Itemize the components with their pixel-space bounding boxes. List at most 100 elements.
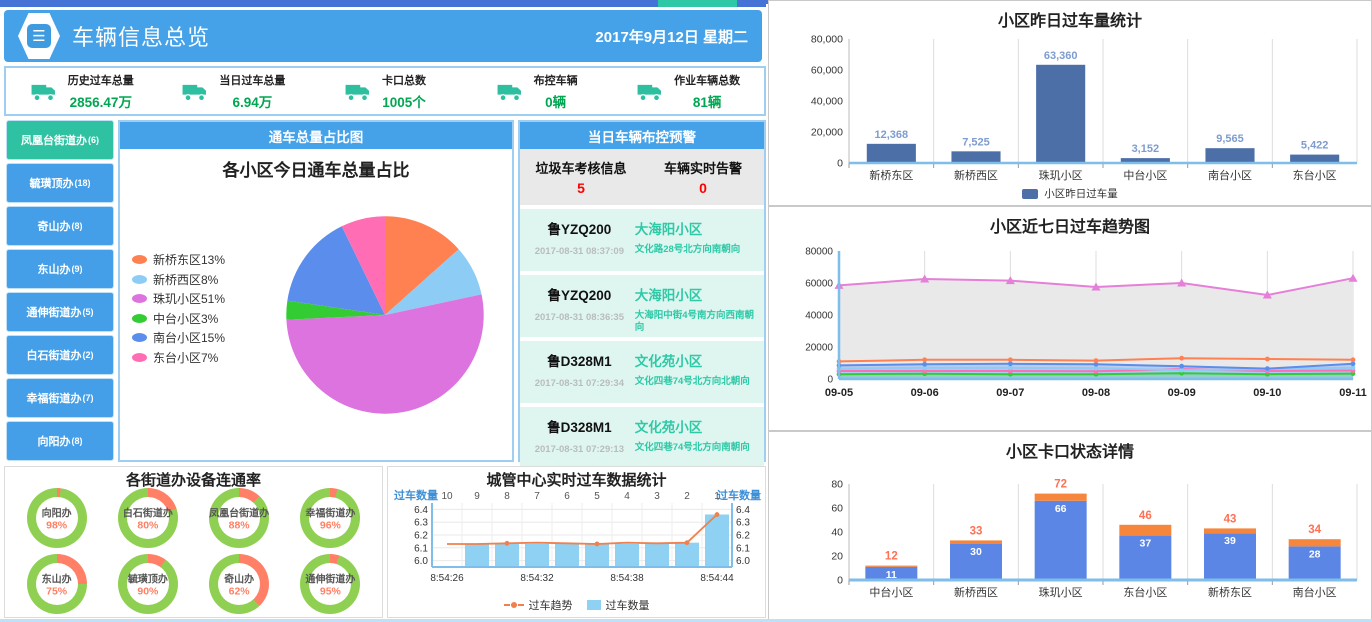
svg-text:8: 8 [504, 491, 510, 502]
pie-legend-swatch [132, 353, 147, 362]
alert-kpi-value: 0 [699, 180, 707, 196]
svg-text:60,000: 60,000 [811, 65, 843, 77]
sidebar-item-label: 奇山办 [38, 218, 71, 234]
realtime-bar-8 [675, 543, 699, 567]
donut-label: 奇山办62% [195, 571, 283, 598]
svg-text:34: 34 [1308, 524, 1321, 536]
sidebar-item-5[interactable]: 白石街道办(2) [6, 335, 114, 375]
svg-text:6.0: 6.0 [736, 556, 750, 567]
header-bar: ☰ 车辆信息总览 2017年9月12日 星期二 [4, 10, 762, 62]
stat-text: 布控车辆0辆 [534, 72, 578, 111]
realtime-bar-6 [615, 544, 639, 567]
stat-value: 81辆 [693, 91, 722, 111]
svg-text:09-05: 09-05 [825, 387, 853, 399]
pie-legend-item-4: 南台小区15% [132, 328, 225, 348]
svg-text:中台小区: 中台小区 [869, 585, 913, 599]
vehicle-dashboard: ☰ 车辆信息总览 2017年9月12日 星期二 历史过车总量2856.47万当日… [0, 0, 1372, 622]
svg-text:72: 72 [1054, 479, 1067, 491]
svg-text:5,422: 5,422 [1301, 140, 1329, 152]
alert-kpi-1: 车辆实时告警 0 [642, 149, 764, 205]
donut-pct: 95% [286, 586, 374, 598]
top-strip-teal-segment [658, 0, 737, 7]
sidebar-item-count: (7) [83, 393, 94, 403]
donut-东山办: 东山办75% [27, 554, 87, 614]
svg-text:新桥西区: 新桥西区 [954, 168, 998, 182]
donut-pct: 98% [13, 520, 101, 532]
svg-text:6.0: 6.0 [414, 556, 428, 567]
realtime-bar-5 [585, 544, 609, 567]
svg-text:09-06: 09-06 [911, 387, 939, 399]
pie-legend-item-5: 东台小区7% [132, 348, 225, 368]
yesterday-volume-title: 小区昨日过车量统计 [769, 7, 1371, 31]
device-connectivity-panel: 各街道办设备连通率 向阳办98%白石街道办80%凤凰台街道办88%幸福街道办96… [4, 466, 383, 618]
svg-text:63,360: 63,360 [1044, 50, 1078, 62]
svg-text:43: 43 [1224, 513, 1237, 525]
donut-name: 向阳办 [13, 505, 101, 520]
sidebar-item-label: 东山办 [38, 261, 71, 277]
svg-text:新桥东区: 新桥东区 [1208, 585, 1252, 599]
svg-text:46: 46 [1139, 510, 1152, 522]
realtime-legend-item-0: 过车趋势 [504, 597, 573, 613]
svg-text:3,152: 3,152 [1132, 143, 1160, 155]
alert-community: 文化苑小区 [635, 416, 758, 436]
stat-label: 当日过车总量 [219, 72, 285, 88]
sidebar-item-2[interactable]: 奇山办(8) [6, 206, 114, 246]
stat-label: 卡口总数 [382, 72, 426, 88]
sidebar-item-0[interactable]: 凤凰台街道办(6) [6, 120, 114, 160]
yesterday-volume-legend: 小区昨日过车量 [769, 186, 1371, 201]
donut-label: 幸福街道办96% [286, 505, 374, 532]
pie-legend-label: 珠玑小区51% [153, 290, 225, 307]
sidebar-item-label: 毓璜顶办 [29, 175, 73, 191]
svg-text:09-10: 09-10 [1253, 387, 1281, 399]
donut-name: 通伸街道办 [286, 571, 374, 586]
svg-text:09-08: 09-08 [1082, 387, 1110, 399]
sidebar-item-1[interactable]: 毓璜顶办(18) [6, 163, 114, 203]
sidebar-item-count: (8) [72, 221, 83, 231]
alert-item-3[interactable]: 鲁D328M12017-08-31 07:29:13文化苑小区文化四巷74号北方… [520, 407, 764, 469]
stack-offline-东台小区 [1119, 525, 1171, 536]
svg-text:6: 6 [564, 491, 570, 502]
alert-item-0[interactable]: 鲁YZQ2002017-08-31 08:37:09大海阳小区文化路28号北方向… [520, 209, 764, 271]
realtime-legend-item-1: 过车数量 [587, 597, 650, 613]
sidebar-item-4[interactable]: 通伸街道办(5) [6, 292, 114, 332]
alert-address: 文化四巷74号北方向南朝向 [635, 442, 758, 454]
stat-text: 当日过车总量6.94万 [219, 72, 285, 111]
alert-item-right: 大海阳小区文化路28号北方向南朝向 [633, 215, 758, 267]
svg-text:20000: 20000 [805, 343, 833, 354]
alert-kpi-label: 车辆实时告警 [664, 158, 742, 177]
svg-text:80: 80 [831, 479, 843, 491]
donut-凤凰台街道办: 凤凰台街道办88% [209, 488, 269, 548]
svg-text:28: 28 [1309, 548, 1321, 560]
sidebar-item-7[interactable]: 向阳办(8) [6, 421, 114, 461]
svg-text:10: 10 [441, 491, 453, 502]
pie-legend-item-1: 新桥西区8% [132, 270, 225, 290]
donut-label: 通伸街道办95% [286, 571, 374, 598]
sidebar-item-label: 向阳办 [38, 433, 71, 449]
realtime-bar-4 [555, 544, 579, 567]
pie-legend-label: 东台小区7% [153, 349, 218, 366]
stat-item-1: 当日过车总量6.94万 [158, 68, 310, 114]
trend-line-symbol [504, 604, 524, 606]
alert-item-1[interactable]: 鲁YZQ2002017-08-31 08:36:35大海阳小区大海阳中街4号南方… [520, 275, 764, 337]
yesterday-volume-chart: 020,00040,00060,00080,00012,368新桥东区7,525… [769, 31, 1371, 192]
sidebar-item-count: (8) [72, 436, 83, 446]
checkpoint-status-card: 小区卡口状态详情 0204060801112中台小区3033新桥西区6672珠玑… [768, 431, 1372, 622]
seven-day-trend-card: 小区近七日过车趋势图 02000040000600008000009-0509-… [768, 206, 1372, 431]
alert-item-2[interactable]: 鲁D328M12017-08-31 07:29:34文化苑小区文化四巷74号北方… [520, 341, 764, 403]
sidebar-item-6[interactable]: 幸福街道办(7) [6, 378, 114, 418]
stat-value: 2856.47万 [70, 91, 132, 111]
checkpoint-status-title: 小区卡口状态详情 [769, 438, 1371, 462]
stat-item-2: 卡口总数1005个 [309, 68, 461, 114]
alert-kpi-0: 垃圾车考核信息5 [520, 149, 642, 205]
svg-text:中台小区: 中台小区 [1123, 168, 1167, 182]
alert-list: 鲁YZQ2002017-08-31 08:37:09大海阳小区文化路28号北方向… [520, 209, 764, 469]
alert-community: 大海阳小区 [635, 218, 758, 238]
pie-legend-swatch [132, 275, 147, 284]
sidebar-item-3[interactable]: 东山办(9) [6, 249, 114, 289]
donut-pct: 62% [195, 586, 283, 598]
svg-text:30: 30 [970, 546, 982, 558]
truck-icon [496, 80, 526, 102]
alert-plate: 鲁YZQ200 [547, 218, 611, 238]
alert-item-left: 鲁D328M12017-08-31 07:29:34 [526, 347, 633, 399]
donut-label: 白石街道办80% [104, 505, 192, 532]
